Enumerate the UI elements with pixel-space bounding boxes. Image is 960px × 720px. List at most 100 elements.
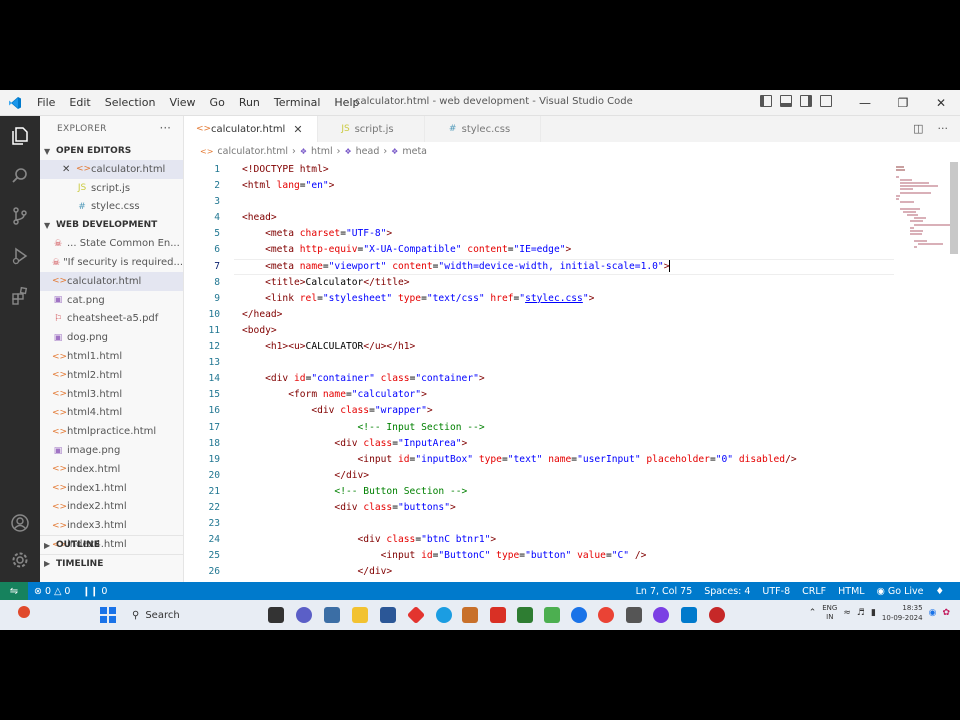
explorer-icon[interactable] [8, 124, 32, 148]
mail-icon[interactable] [490, 607, 506, 623]
run-debug-icon[interactable] [8, 244, 32, 268]
wifi-icon[interactable]: ≈ [843, 608, 851, 618]
clock[interactable]: 18:35 10-09-2024 [882, 603, 923, 623]
remote-indicator-button[interactable]: ⇋ [0, 582, 28, 600]
language-indicator[interactable]: ENG IN [822, 604, 837, 622]
widgets-icon[interactable] [324, 607, 340, 623]
go-live-button[interactable]: ◉ Go Live [871, 586, 930, 597]
file-item[interactable]: ▣ dog.png [40, 328, 183, 347]
word-app-icon[interactable] [517, 607, 533, 623]
minimize-button[interactable]: — [846, 90, 884, 116]
weather-icon[interactable] [18, 606, 30, 618]
more-actions-icon[interactable]: ··· [938, 122, 949, 135]
extensions-icon[interactable] [8, 284, 32, 308]
code-line[interactable]: 13 [184, 355, 894, 371]
menu-run[interactable]: Run [232, 96, 267, 109]
encoding[interactable]: UTF-8 [756, 586, 796, 597]
code-line[interactable]: 10 </head> [184, 307, 894, 323]
file-item[interactable]: ▣ image.png [40, 441, 183, 460]
file-item[interactable]: <> htmlpractice.html [40, 422, 183, 441]
chrome-alt-icon[interactable] [598, 607, 614, 623]
file-item[interactable]: <> index3.html [40, 516, 183, 535]
vscode-taskbar-icon[interactable] [681, 607, 697, 623]
code-line[interactable]: 11 <body> [184, 323, 894, 339]
file-item[interactable]: <> index.html [40, 460, 183, 479]
close-tab-icon[interactable]: ✕ [293, 123, 302, 136]
code-line[interactable]: 16 <div class="wrapper"> [184, 403, 894, 419]
indentation[interactable]: Spaces: 4 [698, 586, 756, 597]
volume-icon[interactable]: ♬ [857, 608, 865, 618]
tab-stylec-css[interactable]: # stylec.css [425, 116, 542, 142]
code-line[interactable]: 9 <link rel="stylesheet" type="text/css"… [184, 291, 894, 307]
file-item[interactable]: <> index1.html [40, 479, 183, 498]
scrollbar-thumb[interactable] [950, 162, 958, 254]
breadcrumb-item[interactable]: meta [402, 146, 427, 157]
file-item[interactable]: ☠ ... State Common En... [40, 234, 183, 253]
file-item[interactable]: # stylec.css [40, 198, 183, 217]
code-line[interactable]: 20 </div> [184, 468, 894, 484]
chevron-up-icon[interactable]: ⌃ [809, 608, 817, 618]
code-line[interactable]: 23 [184, 516, 894, 532]
toggle-secondary-sidebar-icon[interactable] [800, 95, 812, 107]
file-item[interactable]: ▣ cat.png [40, 291, 183, 310]
code-line[interactable]: 21 <!-- Button Section --> [184, 484, 894, 500]
breadcrumb-item[interactable]: head [356, 146, 380, 157]
notification-icon[interactable]: ◉ [929, 608, 937, 618]
end-of-line[interactable]: CRLF [796, 586, 832, 597]
toggle-primary-sidebar-icon[interactable] [760, 95, 772, 107]
code-line[interactable]: 5 <meta charset="UTF-8"> [184, 226, 894, 242]
start-button[interactable] [100, 607, 116, 623]
file-explorer-icon[interactable] [352, 607, 368, 623]
code-line[interactable]: 19 <input id="inputBox" type="text" name… [184, 452, 894, 468]
close-window-button[interactable]: ✕ [922, 90, 960, 116]
file-item[interactable]: <> html2.html [40, 366, 183, 385]
code-line[interactable]: 7 <meta name="viewport" content="width=d… [184, 258, 894, 275]
code-editor[interactable]: 1 <!DOCTYPE html> 2 <html lang="en"> 3 4 <head… [184, 162, 894, 582]
battery-icon[interactable]: ▮ [871, 608, 876, 618]
minimap[interactable] [896, 162, 956, 272]
problems-indicator[interactable]: ⊗ 0 △ 0 [28, 586, 76, 597]
timeline-section[interactable]: ▶ TIMELINE [40, 554, 183, 572]
app-purple-icon[interactable] [653, 607, 669, 623]
app-green-icon[interactable] [544, 607, 560, 623]
file-item[interactable]: <> html4.html [40, 404, 183, 423]
file-item[interactable]: <> index2.html [40, 498, 183, 517]
menu-file[interactable]: File [30, 96, 62, 109]
tab-script-js[interactable]: JS script.js [318, 116, 425, 142]
menu-view[interactable]: View [162, 96, 202, 109]
code-line[interactable]: 4 <head> [184, 210, 894, 226]
workspace-section[interactable]: ▼ WEB DEVELOPMENT [40, 216, 183, 234]
code-line[interactable]: 14 <div id="container" class="container"… [184, 371, 894, 387]
restore-button[interactable]: ❐ [884, 90, 922, 116]
customize-layout-icon[interactable] [820, 95, 832, 107]
search-icon[interactable] [8, 164, 32, 188]
file-item[interactable]: ☠ "If security is required... [40, 253, 183, 272]
toggle-panel-icon[interactable] [780, 95, 792, 107]
menu-go[interactable]: Go [203, 96, 232, 109]
file-item[interactable]: <> html3.html [40, 385, 183, 404]
code-line[interactable]: 22 <div class="buttons"> [184, 500, 894, 516]
store-icon[interactable] [380, 607, 396, 623]
chat-icon[interactable] [296, 607, 312, 623]
chrome-icon[interactable] [571, 607, 587, 623]
code-line[interactable]: 17 <!-- Input Section --> [184, 420, 894, 436]
split-editor-icon[interactable]: ◫ [913, 122, 923, 135]
code-line[interactable]: 12 <h1><u>CALCULATOR</u></h1> [184, 339, 894, 355]
code-line[interactable]: 26 </div> [184, 564, 894, 580]
file-item[interactable]: JS script.js [40, 179, 183, 198]
code-line[interactable]: 15 <form name="calculator"> [184, 387, 894, 403]
code-line[interactable]: 8 <title>Calculator</title> [184, 275, 894, 291]
outline-section[interactable]: ▶ OUTLINE [40, 536, 183, 554]
menu-edit[interactable]: Edit [62, 96, 97, 109]
app-red-icon[interactable] [709, 607, 725, 623]
menu-terminal[interactable]: Terminal [267, 96, 328, 109]
taskbar-search[interactable]: ⚲ Search [124, 605, 244, 625]
copilot-icon[interactable]: ✿ [942, 608, 950, 618]
file-item[interactable]: <> calculator.html [40, 271, 183, 291]
vertical-scrollbar[interactable] [948, 162, 960, 582]
notifications-bell-icon[interactable]: ♦ [929, 586, 950, 597]
close-icon[interactable]: ✕ [62, 164, 76, 175]
task-view-icon[interactable] [268, 607, 284, 623]
file-item[interactable]: ⚐ cheatsheet-a5.pdf [40, 310, 183, 329]
edge-browser-icon[interactable] [436, 607, 452, 623]
